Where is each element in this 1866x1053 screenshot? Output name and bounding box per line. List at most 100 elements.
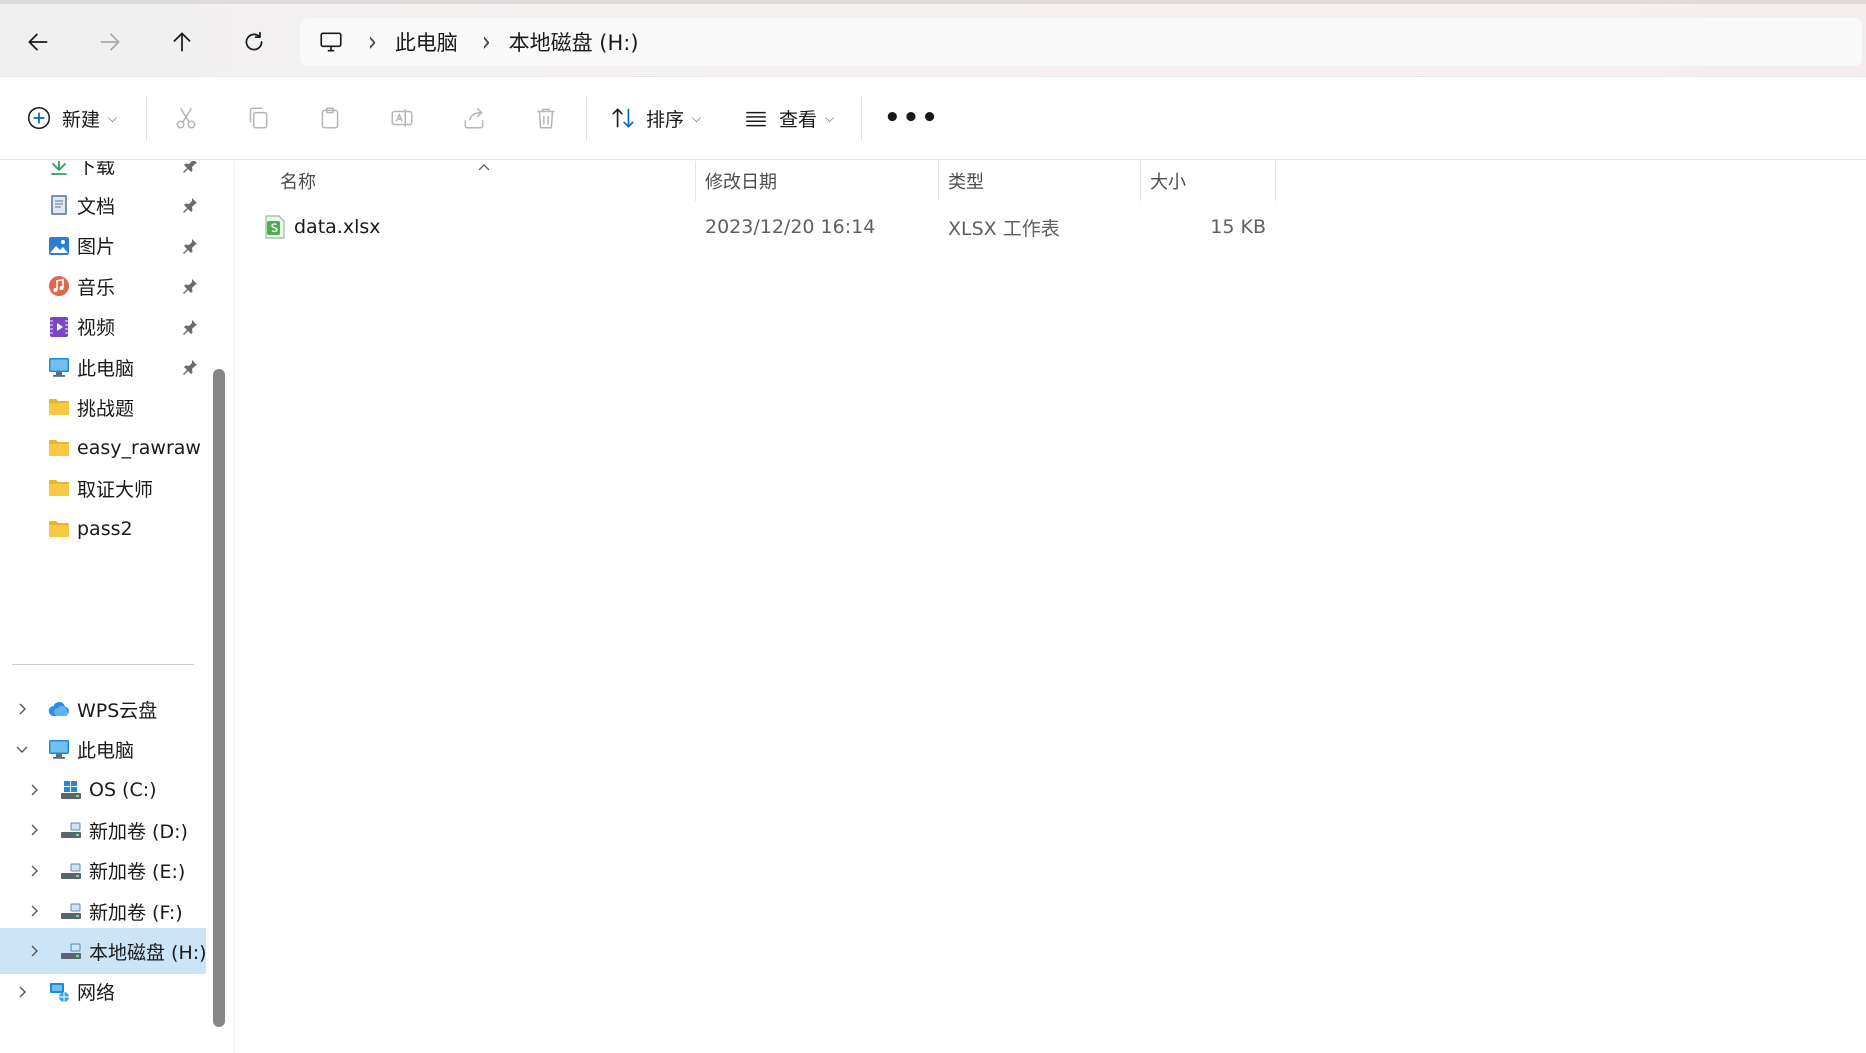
- list-view-icon: [746, 111, 766, 127]
- breadcrumb-item-this-pc[interactable]: 此电脑: [395, 27, 458, 57]
- share-icon: [464, 107, 484, 129]
- more-options-button[interactable]: •••: [884, 95, 940, 141]
- back-button[interactable]: [14, 18, 62, 66]
- arrow-right-icon: [100, 33, 120, 51]
- sidebar-item-quick-3[interactable]: 音乐: [0, 263, 206, 309]
- paste-button[interactable]: [317, 95, 343, 141]
- up-button[interactable]: [158, 18, 206, 66]
- delete-button[interactable]: [533, 95, 559, 141]
- sidebar-tree-item-3[interactable]: 新加卷 (D:): [0, 807, 206, 853]
- pictures-icon: [47, 234, 71, 258]
- new-label: 新建: [62, 108, 101, 131]
- sidebar-item-quick-8[interactable]: 取证大师: [0, 465, 206, 511]
- computer-icon[interactable]: [318, 29, 344, 55]
- sidebar-tree-item-7[interactable]: 网络: [0, 969, 206, 1015]
- chevron-right-icon[interactable]: ›: [368, 26, 377, 59]
- nav-scrollbar-thumb[interactable]: [213, 369, 225, 1027]
- chevron-right-icon[interactable]: [26, 863, 42, 879]
- network-icon: [47, 980, 71, 1004]
- sidebar-tree-label: 新加卷 (D:): [89, 820, 188, 843]
- column-divider[interactable]: [1140, 161, 1141, 201]
- more-dots-icon: •••: [884, 103, 940, 133]
- plus-circle-icon: [27, 106, 51, 130]
- nav-divider: [12, 664, 194, 665]
- sidebar-item-label: 图片: [77, 236, 116, 259]
- chevron-right-icon[interactable]: [26, 903, 42, 919]
- sidebar-item-label: 此电脑: [77, 357, 135, 380]
- pane-splitter[interactable]: [234, 161, 235, 1053]
- forward-button[interactable]: [86, 18, 134, 66]
- file-explorer-window: › 此电脑 › 本地磁盘 (H:) 新建 ⌵ 排序 ⌵ 查看 ⌵ ••• 下载 …: [0, 0, 1866, 1053]
- arrow-left-icon: [28, 33, 48, 51]
- pin-icon[interactable]: [182, 278, 198, 295]
- chevron-right-icon[interactable]: [26, 943, 42, 959]
- chevron-right-icon[interactable]: ›: [482, 26, 491, 59]
- sidebar-tree-label: 网络: [77, 982, 116, 1005]
- rename-button[interactable]: [389, 95, 415, 141]
- sidebar-item-quick-9[interactable]: pass2: [0, 506, 206, 552]
- chevron-right-icon[interactable]: [26, 782, 42, 798]
- column-divider[interactable]: [695, 161, 696, 201]
- sidebar-item-label: 挑战题: [77, 397, 135, 420]
- copy-button[interactable]: [245, 95, 271, 141]
- arrow-up-icon: [173, 32, 191, 52]
- pin-icon[interactable]: [182, 359, 198, 375]
- sidebar-item-quick-2[interactable]: 图片: [0, 223, 206, 269]
- chevron-down-icon[interactable]: [14, 741, 30, 757]
- pin-icon[interactable]: [182, 319, 198, 335]
- sidebar-tree-label: 本地磁盘 (H:): [89, 941, 207, 964]
- computer-icon: [47, 737, 71, 761]
- share-button[interactable]: [461, 95, 487, 141]
- navigation-pane: 下载 文档 图片 音乐 视频 此电脑 挑战题 easy_rawraw 取证大师 pass2 WPS云…: [0, 161, 234, 1053]
- sidebar-item-quick-7[interactable]: easy_rawraw: [0, 425, 206, 471]
- sort-label: 排序: [646, 108, 685, 131]
- folder-icon: [47, 517, 71, 541]
- table-row[interactable]: data.xlsx 2023/12/20 16:14 XLSX 工作表 15 K…: [254, 207, 1314, 247]
- chevron-right-icon[interactable]: [26, 822, 42, 838]
- view-label: 查看: [779, 108, 818, 131]
- sidebar-tree-label: 新加卷 (E:): [89, 861, 186, 884]
- new-button[interactable]: 新建 ⌵: [26, 95, 117, 141]
- sidebar-tree-item-4[interactable]: 新加卷 (E:): [0, 848, 206, 894]
- column-divider[interactable]: [1275, 161, 1276, 201]
- sidebar-item-quick-4[interactable]: 视频: [0, 304, 206, 350]
- sidebar-item-label: 取证大师: [77, 478, 154, 501]
- sort-arrows-icon: [612, 108, 634, 128]
- sidebar-item-quick-5[interactable]: 此电脑: [0, 344, 206, 390]
- column-header-size[interactable]: 大小: [1150, 161, 1270, 201]
- pin-icon[interactable]: [182, 238, 198, 254]
- file-modified: 2023/12/20 16:14: [705, 216, 876, 238]
- rename-icon: [391, 109, 413, 127]
- sidebar-tree-label: 新加卷 (F:): [89, 901, 183, 924]
- sidebar-tree-item-5[interactable]: 新加卷 (F:): [0, 888, 206, 934]
- sidebar-tree-item-2[interactable]: OS (C:): [0, 767, 206, 813]
- sidebar-item-quick-6[interactable]: 挑战题: [0, 384, 206, 430]
- view-button[interactable]: 查看 ⌵: [743, 95, 834, 141]
- breadcrumb[interactable]: › 此电脑 › 本地磁盘 (H:): [300, 18, 1862, 66]
- column-divider[interactable]: [938, 161, 939, 201]
- toolbar-divider: [586, 97, 587, 141]
- sidebar-tree-label: 此电脑: [77, 739, 135, 762]
- drive-icon: [59, 859, 83, 883]
- column-header-modified[interactable]: 修改日期: [705, 161, 935, 201]
- pin-icon[interactable]: [182, 197, 198, 214]
- folder-icon: [47, 476, 71, 500]
- clipboard-icon: [321, 107, 339, 129]
- folder-icon: [47, 395, 71, 419]
- sidebar-tree-item-1[interactable]: 此电脑: [0, 726, 206, 772]
- chevron-right-icon[interactable]: [14, 701, 30, 717]
- sidebar-tree-item-6[interactable]: 本地磁盘 (H:): [0, 928, 207, 975]
- sidebar-item-quick-1[interactable]: 文档: [0, 182, 206, 228]
- file-name[interactable]: data.xlsx: [294, 207, 381, 247]
- refresh-button[interactable]: [230, 18, 278, 66]
- cut-button[interactable]: [173, 95, 199, 141]
- pin-icon[interactable]: [182, 161, 198, 173]
- chevron-right-icon[interactable]: [14, 984, 30, 1000]
- drive-icon: [59, 939, 83, 963]
- column-header-type[interactable]: 类型: [948, 161, 1138, 201]
- computer-icon: [47, 355, 71, 379]
- column-header-name[interactable]: 名称: [280, 161, 530, 201]
- breadcrumb-item-local-disk-h[interactable]: 本地磁盘 (H:): [509, 27, 639, 57]
- sidebar-tree-item-0[interactable]: WPS云盘: [0, 686, 206, 732]
- sort-button[interactable]: 排序 ⌵: [610, 95, 701, 141]
